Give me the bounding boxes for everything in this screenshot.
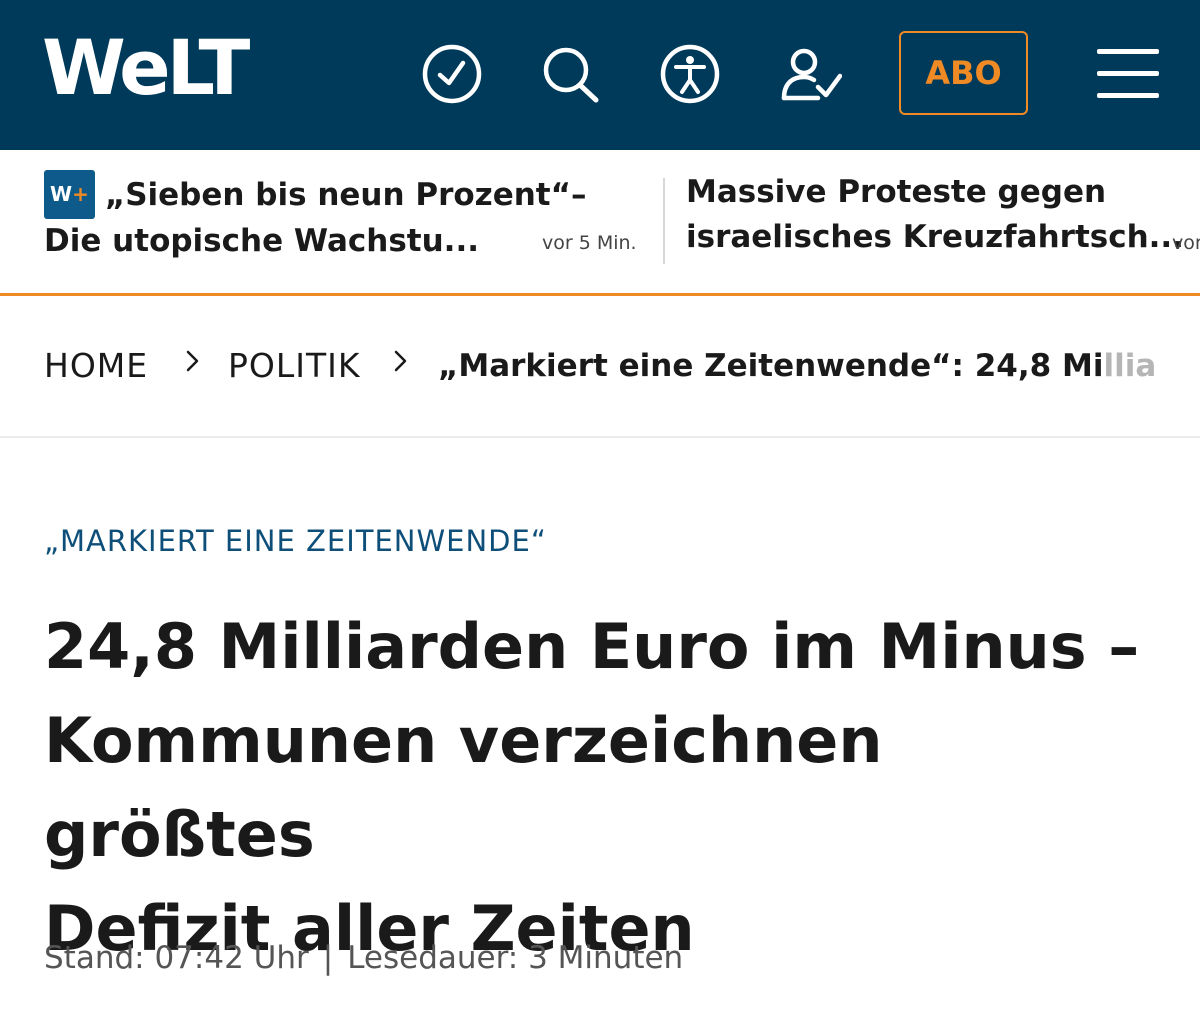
reading-time: Lesedauer: 3 Minuten	[347, 940, 684, 976]
breadcrumb-current: „Markiert eine Zeitenwende“: 24,8 Millia	[438, 348, 1156, 384]
ticker-title-line: Massive Proteste gegen	[686, 174, 1107, 210]
meta-separator: |	[322, 940, 334, 976]
ticker-time: vor	[1172, 232, 1200, 254]
article-headline: 24,8 Milliarden Euro im Minus – Kommunen…	[44, 600, 1164, 976]
login-icon[interactable]	[778, 42, 842, 106]
menu-icon[interactable]	[1097, 49, 1159, 99]
news-ticker: W+ „Sieben bis neun Prozent“– Die utopisc…	[0, 150, 1200, 296]
clock-icon[interactable]	[420, 42, 484, 106]
article-kicker: „MARKIERT EINE ZEITENWENDE“	[44, 524, 547, 558]
accessibility-icon[interactable]	[658, 42, 722, 106]
chevron-right-icon	[182, 344, 204, 386]
abo-button[interactable]: ABO	[899, 31, 1028, 115]
ticker-divider	[663, 178, 665, 264]
ticker-title: W+ „Sieben bis neun Prozent“–	[44, 170, 644, 219]
breadcrumb: HOME POLITIK „Markiert eine Zeitenwende“…	[0, 296, 1200, 438]
breadcrumb-home[interactable]: HOME	[44, 346, 148, 385]
ticker-time: vor 5 Min.	[542, 232, 637, 254]
welt-logo[interactable]: WeLT	[42, 28, 250, 108]
search-icon[interactable]	[538, 42, 602, 106]
headline-line: 24,8 Milliarden Euro im Minus –	[44, 610, 1140, 683]
breadcrumb-current-text: „Markiert eine Zeitenwende“: 24,8 Mi	[438, 348, 1104, 384]
breadcrumb-politik[interactable]: POLITIK	[228, 346, 361, 385]
ticker-title-line: „Sieben bis neun Prozent“–	[104, 177, 587, 213]
headline-line: Kommunen verzeichnen größtes	[44, 704, 883, 871]
breadcrumb-current-fade: llia	[1103, 348, 1157, 384]
site-header: WeLT ABO	[0, 0, 1200, 150]
ticker-item[interactable]: W+ „Sieben bis neun Prozent“– Die utopisc…	[44, 170, 644, 264]
publish-time: Stand: 07:42 Uhr	[44, 940, 309, 976]
article-meta: Stand: 07:42 Uhr | Lesedauer: 3 Minuten	[44, 940, 683, 976]
ticker-item[interactable]: Massive Proteste gegen israelisches Kreu…	[686, 170, 1200, 260]
chevron-right-icon	[390, 344, 412, 386]
welt-plus-badge: W+	[44, 170, 95, 219]
ticker-title-line: israelisches Kreuzfahrtsch...	[686, 219, 1184, 255]
